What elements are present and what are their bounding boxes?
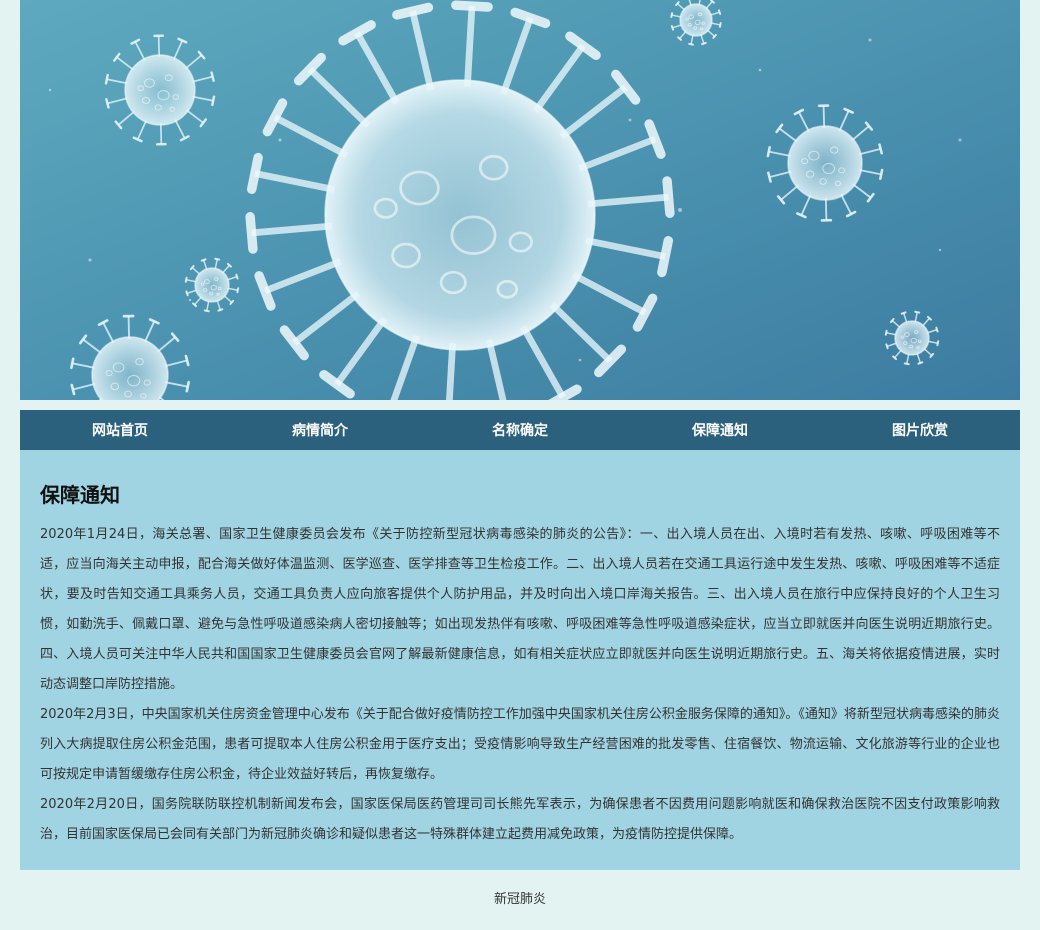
nav-item-intro[interactable]: 病情简介 [220,410,420,450]
nav-item-naming[interactable]: 名称确定 [420,410,620,450]
page-title: 保障通知 [40,483,120,507]
nav-item-home[interactable]: 网站首页 [20,410,220,450]
notice-paragraph-1: 2020年1月24日，海关总署、国家卫生健康委员会发布《关于防控新型冠状病毒感染… [40,527,1000,692]
nav-item-gallery[interactable]: 图片欣赏 [820,410,1020,450]
banner-image [20,0,1020,400]
footer-text: 新冠肺炎 [493,892,546,907]
nav-item-notice[interactable]: 保障通知 [620,410,820,450]
notice-paragraph-3: 2020年2月20日，国务院联防联控机制新闻发布会，国家医保局医药管理司司长熊先… [40,797,1000,842]
content-panel: 保障通知 2020年1月24日，海关总署、国家卫生健康委员会发布《关于防控新型冠… [20,450,1020,870]
main-nav: 网站首页 病情简介 名称确定 保障通知 图片欣赏 [20,410,1020,450]
notice-paragraph-2: 2020年2月3日，中央国家机关住房资金管理中心发布《关于配合做好疫情防控工作加… [40,707,1000,782]
